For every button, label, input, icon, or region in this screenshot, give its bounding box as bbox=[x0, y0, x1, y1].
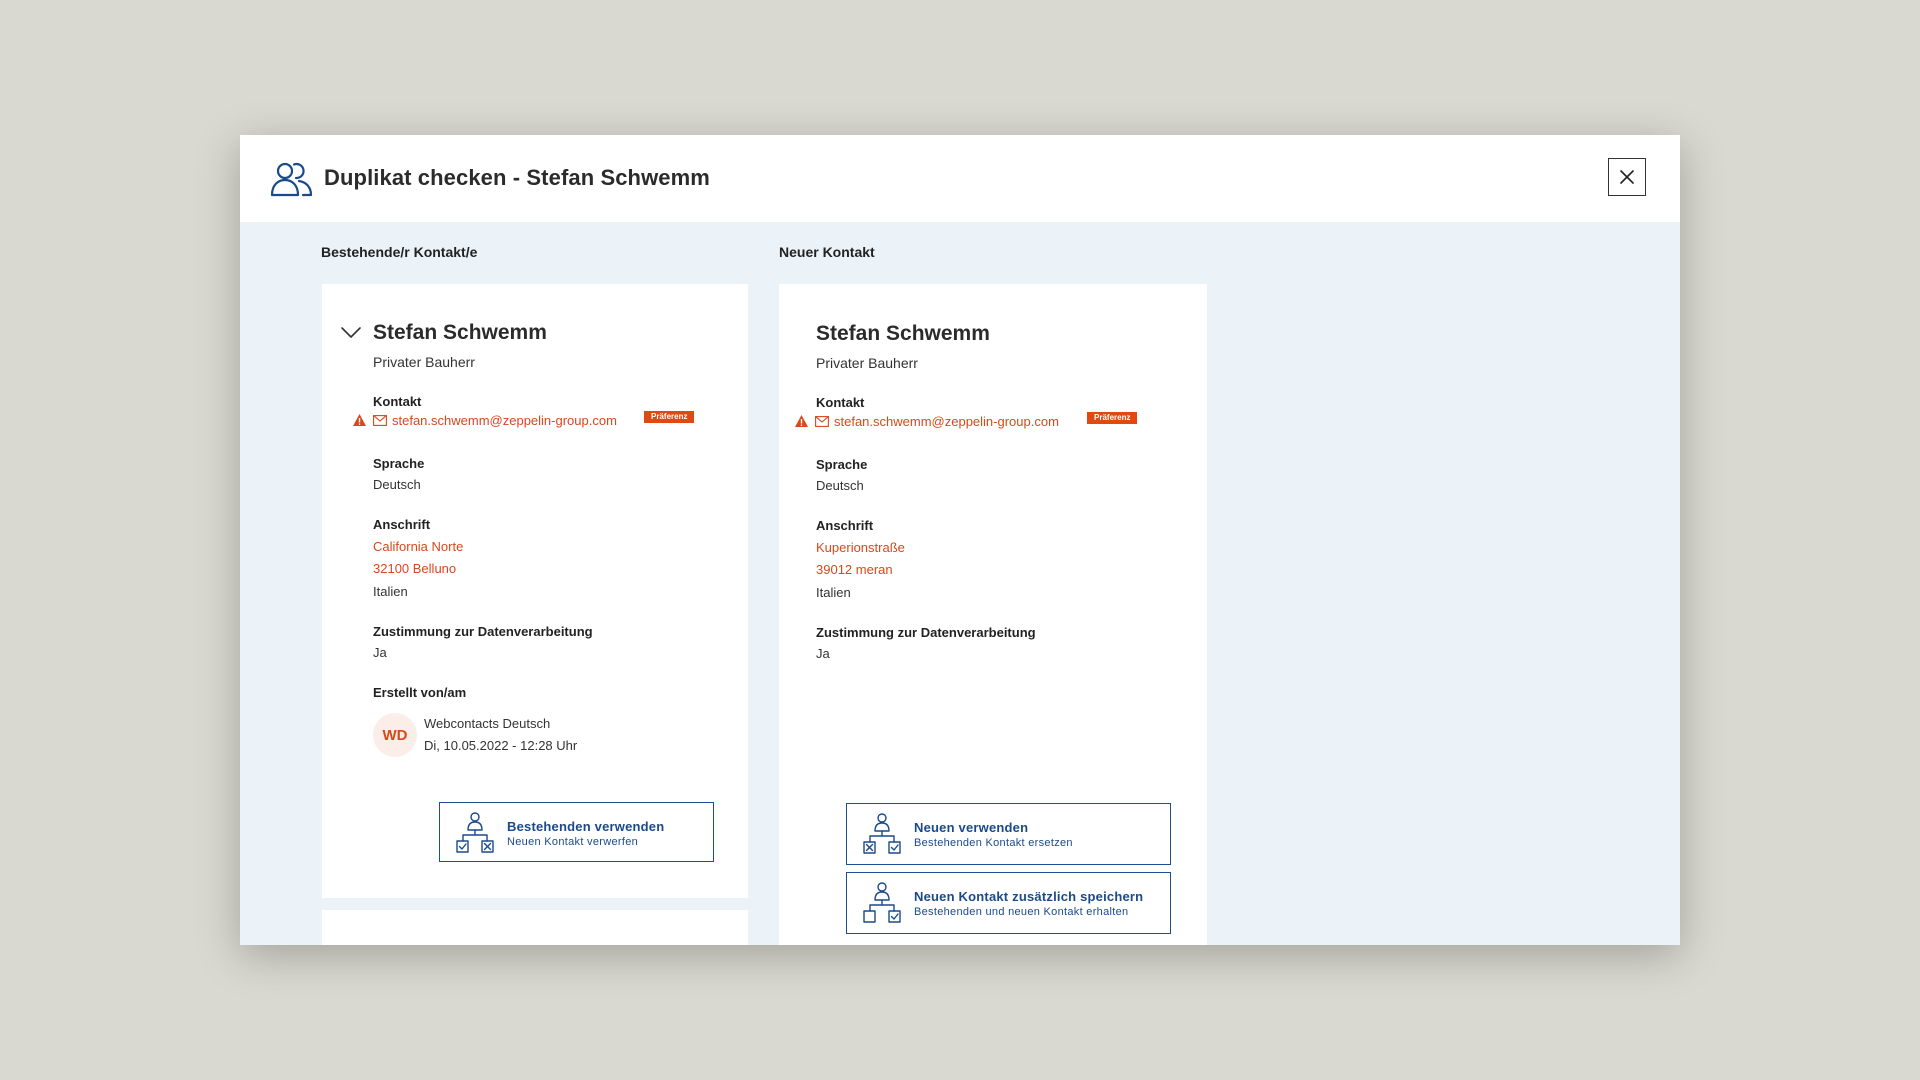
language-label: Sprache bbox=[373, 456, 425, 471]
email-row: stefan.schwemm@zeppelin-group.com bbox=[352, 412, 617, 428]
preference-badge: Präferenz bbox=[644, 411, 695, 423]
use-existing-button[interactable]: Bestehenden verwenden Neuen Kontakt verw… bbox=[439, 802, 714, 862]
contact-role: Privater Bauherr bbox=[373, 354, 475, 370]
address-city: 32100 Belluno bbox=[373, 561, 457, 576]
contact-name: Stefan Schwemm bbox=[816, 322, 990, 345]
hierarchy-icon bbox=[863, 813, 901, 854]
close-button[interactable] bbox=[1608, 158, 1646, 196]
use-new-button[interactable]: Neuen verwenden Bestehenden Kontakt erse… bbox=[846, 803, 1171, 865]
existing-contact-card bbox=[322, 910, 748, 945]
use-new-subtitle: Bestehenden Kontakt ersetzen bbox=[914, 837, 1073, 849]
email-link[interactable]: stefan.schwemm@zeppelin-group.com bbox=[834, 414, 1059, 429]
language-label: Sprache bbox=[816, 457, 868, 472]
consent-value: Ja bbox=[816, 646, 830, 661]
save-additional-subtitle: Bestehenden und neuen Kontakt erhalten bbox=[914, 906, 1129, 918]
hierarchy-icon bbox=[456, 812, 494, 853]
modal-header: Duplikat checken - Stefan Schwemm bbox=[240, 135, 1680, 222]
hierarchy-icon bbox=[863, 882, 901, 923]
contact-role: Privater Bauherr bbox=[816, 355, 918, 371]
email-row: stefan.schwemm@zeppelin-group.com bbox=[794, 413, 1059, 429]
duplicate-check-modal: Duplikat checken - Stefan Schwemm Besteh… bbox=[240, 135, 1680, 945]
mail-icon bbox=[815, 415, 829, 427]
address-label: Anschrift bbox=[373, 517, 431, 532]
created-timestamp: Di, 10.05.2022 - 12:28 Uhr bbox=[424, 738, 578, 753]
creator-name: Webcontacts Deutsch bbox=[424, 716, 551, 731]
new-contact-heading: Neuer Kontakt bbox=[779, 244, 875, 260]
use-existing-subtitle: Neuen Kontakt verwerfen bbox=[507, 836, 639, 848]
consent-label: Zustimmung zur Datenverarbeitung bbox=[373, 624, 593, 639]
page-title: Duplikat checken - Stefan Schwemm bbox=[324, 165, 710, 190]
email-link[interactable]: stefan.schwemm@zeppelin-group.com bbox=[392, 413, 617, 428]
address-city: 39012 meran bbox=[816, 562, 893, 577]
address-country: Italien bbox=[816, 585, 851, 600]
created-label: Erstellt von/am bbox=[373, 685, 467, 700]
use-existing-title: Bestehenden verwenden bbox=[507, 819, 665, 834]
contact-label: Kontakt bbox=[816, 395, 865, 410]
save-additional-title: Neuen Kontakt zusätzlich speichern bbox=[914, 889, 1144, 904]
users-icon bbox=[270, 162, 313, 197]
address-street: California Norte bbox=[373, 539, 464, 554]
language-value: Deutsch bbox=[373, 477, 421, 492]
language-value: Deutsch bbox=[816, 478, 864, 493]
address-label: Anschrift bbox=[816, 518, 874, 533]
address-street: Kuperionstraße bbox=[816, 540, 905, 555]
consent-label: Zustimmung zur Datenverarbeitung bbox=[816, 625, 1036, 640]
use-new-title: Neuen verwenden bbox=[914, 820, 1029, 835]
avatar: WD bbox=[373, 713, 417, 757]
save-additional-button[interactable]: Neuen Kontakt zusätzlich speichern Beste… bbox=[846, 872, 1171, 934]
address-country: Italien bbox=[373, 584, 408, 599]
contact-name: Stefan Schwemm bbox=[373, 321, 547, 344]
warning-icon bbox=[353, 414, 366, 426]
close-icon bbox=[1620, 170, 1634, 184]
chevron-down-icon[interactable] bbox=[340, 326, 362, 340]
new-contact-card: Stefan Schwemm Privater Bauherr Kontakt … bbox=[779, 284, 1207, 945]
existing-contacts-heading: Bestehende/r Kontakt/e bbox=[321, 244, 478, 260]
preference-badge: Präferenz bbox=[1087, 412, 1138, 424]
warning-icon bbox=[795, 415, 808, 427]
existing-contact-card: Stefan Schwemm Privater Bauherr Kontakt … bbox=[322, 284, 748, 898]
mail-icon bbox=[373, 414, 387, 426]
contact-label: Kontakt bbox=[373, 394, 422, 409]
consent-value: Ja bbox=[373, 645, 387, 660]
